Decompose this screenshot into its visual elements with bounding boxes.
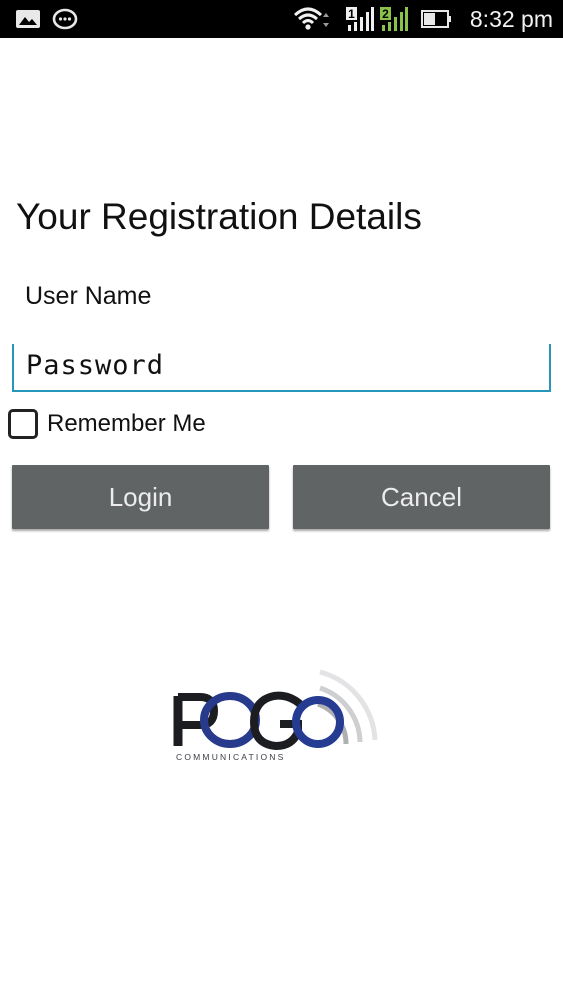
login-button-label: Login	[108, 481, 173, 512]
pogo-logo: COMMUNICATIONS	[170, 660, 395, 765]
status-bar: 1 2 8:32 pm	[0, 0, 563, 38]
signal-sim1-icon: 1	[345, 0, 375, 38]
sim1-label: 1	[348, 7, 355, 21]
cancel-button[interactable]: Cancel	[293, 465, 550, 529]
sim2-label: 2	[382, 7, 389, 21]
logo-tagline: COMMUNICATIONS	[176, 752, 286, 762]
image-icon	[15, 0, 41, 38]
wifi-icon	[293, 0, 331, 38]
username-input[interactable]	[12, 270, 551, 322]
chat-icon	[51, 0, 79, 38]
remember-me-label: Remember Me	[47, 410, 206, 437]
status-time: 8:32 pm	[469, 5, 553, 32]
page-title: Your Registration Details	[16, 196, 422, 237]
remember-me-checkbox[interactable]	[8, 409, 38, 439]
login-button[interactable]: Login	[12, 465, 269, 529]
password-input[interactable]	[12, 344, 551, 392]
signal-sim2-icon: 2	[379, 0, 409, 38]
remember-me-row[interactable]: Remember Me	[8, 406, 206, 442]
cancel-button-label: Cancel	[381, 481, 462, 512]
battery-icon	[421, 0, 453, 38]
